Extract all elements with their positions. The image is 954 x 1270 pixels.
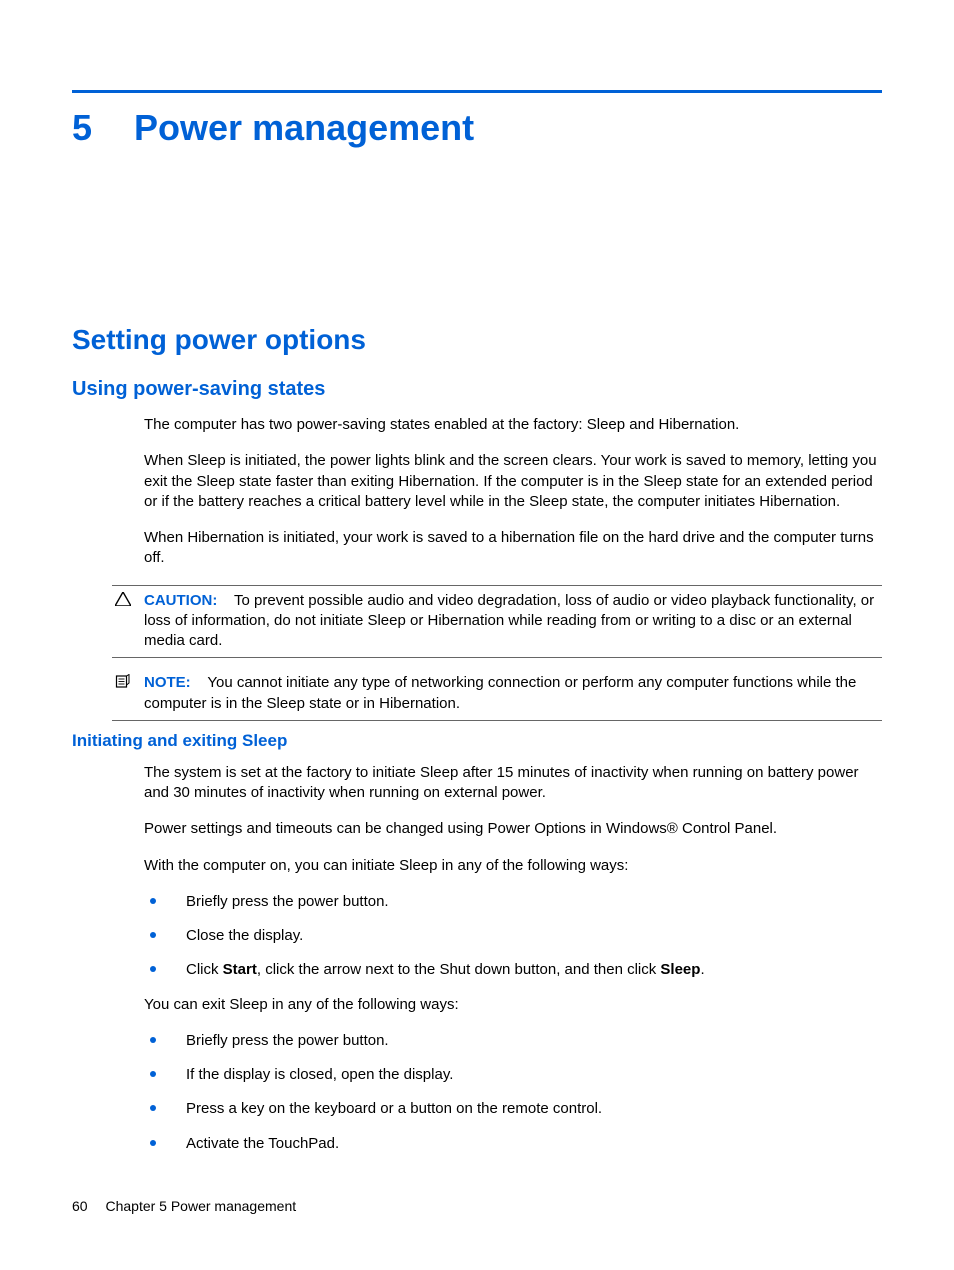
- caution-text: CAUTION: To prevent possible audio and v…: [144, 591, 882, 652]
- footer-label: Chapter 5 Power management: [105, 1198, 296, 1214]
- paragraph: The system is set at the factory to init…: [144, 763, 882, 804]
- caution-admonition: CAUTION: To prevent possible audio and v…: [112, 585, 882, 659]
- body-block: The computer has two power-saving states…: [144, 415, 882, 569]
- note-text: NOTE: You cannot initiate any type of ne…: [144, 673, 882, 714]
- list-item: Press a key on the keyboard or a button …: [144, 1099, 882, 1119]
- list-item-bold: Sleep: [660, 961, 700, 978]
- note-label: NOTE:: [144, 674, 191, 691]
- paragraph: When Sleep is initiated, the power light…: [144, 451, 882, 512]
- chapter-heading: 5 Power management: [72, 107, 882, 149]
- note-body-text: You cannot initiate any type of networki…: [144, 674, 856, 711]
- bullet-list: Briefly press the power button. If the d…: [144, 1031, 882, 1154]
- subsection-title: Using power-saving states: [72, 378, 882, 401]
- bullet-list: Briefly press the power button. Close th…: [144, 892, 882, 981]
- section-title: Setting power options: [72, 324, 882, 356]
- list-item-text: , click the arrow next to the Shut down …: [257, 961, 661, 978]
- note-admonition: NOTE: You cannot initiate any type of ne…: [112, 668, 882, 721]
- list-item: Activate the TouchPad.: [144, 1134, 882, 1154]
- page: 5 Power management Setting power options…: [0, 0, 954, 1270]
- paragraph: The computer has two power-saving states…: [144, 415, 882, 435]
- caution-label: CAUTION:: [144, 592, 217, 609]
- list-item: Briefly press the power button.: [144, 1031, 882, 1051]
- list-item: Click Start, click the arrow next to the…: [144, 960, 882, 980]
- body-block: The system is set at the factory to init…: [144, 763, 882, 876]
- chapter-title: Power management: [134, 107, 474, 149]
- list-item: Briefly press the power button.: [144, 892, 882, 912]
- page-footer: 60 Chapter 5 Power management: [72, 1198, 296, 1214]
- paragraph: Power settings and timeouts can be chang…: [144, 819, 882, 839]
- list-item-text: Click: [186, 961, 223, 978]
- note-body: [195, 674, 208, 691]
- caution-body-text: To prevent possible audio and video degr…: [144, 592, 874, 650]
- paragraph: You can exit Sleep in any of the followi…: [144, 995, 882, 1015]
- caution-body: [222, 592, 235, 609]
- paragraph: When Hibernation is initiated, your work…: [144, 528, 882, 569]
- subsubsection-title: Initiating and exiting Sleep: [72, 731, 882, 751]
- note-icon: [112, 674, 134, 688]
- paragraph: With the computer on, you can initiate S…: [144, 856, 882, 876]
- list-item: If the display is closed, open the displ…: [144, 1065, 882, 1085]
- list-item-text: .: [700, 961, 704, 978]
- list-item: Close the display.: [144, 926, 882, 946]
- body-block: You can exit Sleep in any of the followi…: [144, 995, 882, 1015]
- list-item-bold: Start: [223, 961, 257, 978]
- caution-icon: [112, 592, 134, 606]
- chapter-rule: [72, 90, 882, 93]
- page-number: 60: [72, 1198, 88, 1214]
- chapter-number: 5: [72, 107, 92, 149]
